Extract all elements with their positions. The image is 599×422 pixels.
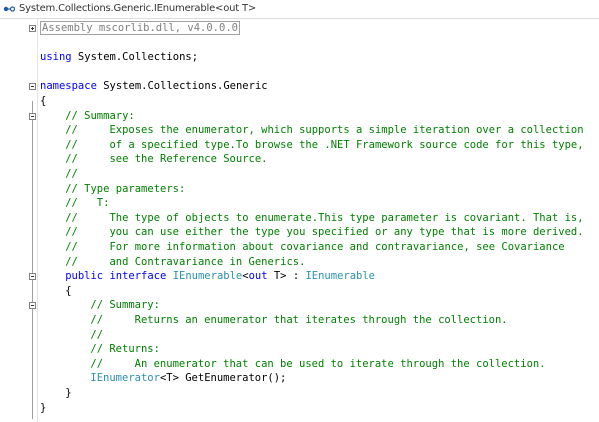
code-line: namespace System.Collections.Generic [0, 79, 599, 94]
code-token: public [65, 270, 104, 283]
code-token: } [65, 387, 72, 399]
code-text: // and Contravariance in Generics. [65, 255, 305, 270]
code-token: // [65, 168, 78, 180]
code-token: // Summary: [65, 109, 135, 122]
code-token: // For more information about covariance… [65, 241, 565, 253]
code-line: // An enumerator that can be used to ite… [0, 357, 599, 372]
expand-fold-icon[interactable] [29, 25, 36, 32]
code-text: // For more information about covariance… [65, 240, 564, 255]
code-token: // [90, 328, 104, 341]
code-token: System.Collections; [71, 51, 199, 64]
code-token: namespace [40, 80, 97, 93]
code-line: // Type parameters: [0, 182, 599, 197]
code-line: Assembly mscorlib.dll, v4.0.0.0 [0, 21, 599, 36]
code-text: // Returns an enumerator that iterates t… [90, 313, 507, 328]
code-line: // [0, 328, 599, 343]
code-line: // see the Reference Source. [0, 152, 599, 167]
code-line: // Returns: [0, 342, 599, 357]
code-token: // Exposes the enumerator, which support… [65, 124, 584, 137]
code-line: } [0, 386, 599, 401]
code-line: { [0, 284, 599, 299]
code-text: } [65, 386, 71, 401]
code-text: // Summary: [90, 298, 160, 313]
code-text: // An enumerator that can be used to ite… [90, 357, 545, 372]
code-line: // For more information about covariance… [0, 240, 599, 255]
code-line: { [0, 94, 599, 109]
code-token: // of a specified type.To browse the .NE… [65, 138, 584, 151]
code-line: // Exposes the enumerator, which support… [0, 123, 599, 138]
collapse-fold-icon[interactable] [29, 83, 36, 91]
code-token: using [40, 51, 72, 64]
code-text: public interface IEnumerable<out T> : IE… [65, 269, 375, 284]
code-line: // Summary: [0, 109, 599, 124]
code-line: // you can use either the type you speci… [0, 225, 599, 240]
code-text: // [90, 328, 103, 343]
collapse-fold-icon[interactable] [29, 112, 36, 120]
collapse-fold-icon[interactable] [29, 302, 36, 310]
code-token: <T> GetEnumerator(); [159, 372, 287, 385]
code-line: // T: [0, 196, 599, 211]
code-line: // Summary: [0, 298, 599, 313]
code-line: } [0, 401, 599, 416]
code-token: // Summary: [90, 299, 160, 312]
code-token: T> : [267, 270, 306, 283]
code-token: // T: [65, 197, 110, 210]
code-token: // see the Reference Source. [65, 153, 268, 166]
document-tab[interactable]: System.Collections.Generic.IEnumerable<o… [0, 0, 599, 19]
code-text: IEnumerator<T> GetEnumerator(); [90, 371, 286, 386]
code-token: interface [109, 270, 167, 283]
code-line: using System.Collections; [0, 50, 599, 65]
code-token: } [40, 401, 47, 414]
code-text: // Returns: [90, 342, 160, 357]
code-text: // Summary: [65, 109, 135, 124]
code-token: // and Contravariance in Generics. [65, 255, 306, 268]
code-line: // and Contravariance in Generics. [0, 255, 599, 270]
code-line: // of a specified type.To browse the .NE… [0, 138, 599, 153]
code-text: } [40, 401, 46, 416]
code-line: IEnumerator<T> GetEnumerator(); [0, 371, 599, 386]
collapse-fold-icon[interactable] [29, 273, 36, 281]
code-line: // The type of objects to enumerate.This… [0, 211, 599, 226]
code-text: { [65, 284, 71, 299]
code-token: // Type parameters: [65, 182, 186, 195]
code-line: public interface IEnumerable<out T> : IE… [0, 269, 599, 284]
code-token: System.Collections.Generic [96, 80, 268, 93]
interface-icon [3, 6, 15, 12]
code-text: // of a specified type.To browse the .NE… [65, 138, 583, 153]
code-token: // The type of objects to enumerate.This… [65, 211, 584, 224]
code-token: // Returns an enumerator that iterates t… [90, 314, 508, 326]
code-text: // T: [65, 196, 109, 211]
code-text: // Exposes the enumerator, which support… [65, 123, 583, 138]
code-text: Assembly mscorlib.dll, v4.0.0.0 [40, 21, 240, 36]
code-token: IEnumerator [90, 372, 160, 385]
code-token: IEnumerable [172, 270, 243, 283]
code-text: // see the Reference Source. [65, 152, 267, 167]
tab-title: System.Collections.Generic.IEnumerable<o… [19, 3, 257, 14]
code-line: // [0, 167, 599, 182]
code-text: // The type of objects to enumerate.This… [65, 211, 583, 226]
code-token: // Returns: [90, 343, 160, 356]
code-token: // An enumerator that can be used to ite… [90, 357, 546, 370]
code-text: { [40, 94, 46, 109]
code-token: { [65, 284, 72, 297]
code-text: namespace System.Collections.Generic [40, 79, 268, 94]
code-text: // you can use either the type you speci… [65, 225, 583, 240]
code-token: // you can use either the type you speci… [65, 226, 584, 239]
code-token: IEnumerable [305, 270, 376, 283]
assembly-info-box[interactable]: Assembly mscorlib.dll, v4.0.0.0 [40, 21, 240, 35]
code-token: { [40, 95, 47, 107]
code-editor[interactable]: Assembly mscorlib.dll, v4.0.0.0 using Sys… [0, 18, 599, 422]
code-token: out [248, 270, 268, 283]
code-text: using System.Collections; [40, 50, 198, 65]
code-text: // [65, 167, 78, 182]
code-line: // Returns an enumerator that iterates t… [0, 313, 599, 328]
code-text: // Type parameters: [65, 182, 185, 197]
